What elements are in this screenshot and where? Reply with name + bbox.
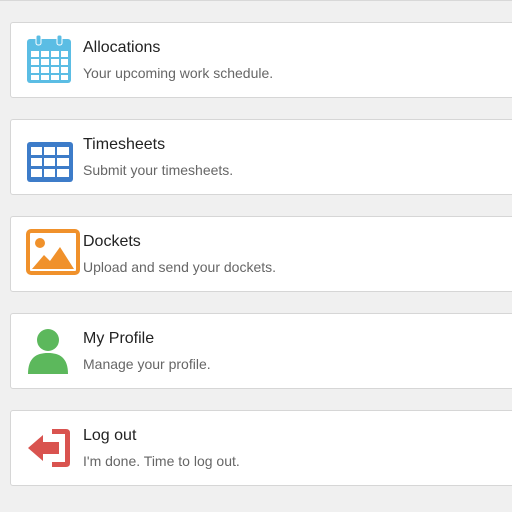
menu-item-title: My Profile bbox=[83, 330, 155, 347]
calendar-icon bbox=[26, 33, 74, 85]
table-icon bbox=[26, 130, 74, 182]
menu-item-title: Timesheets bbox=[83, 136, 166, 153]
menu-item-subtitle: Submit your timesheets. bbox=[83, 162, 234, 178]
top-divider bbox=[0, 0, 512, 1]
menu-item-timesheets[interactable]: Timesheets Submit your timesheets. bbox=[10, 119, 512, 195]
menu-item-subtitle: Manage your profile. bbox=[83, 356, 211, 372]
menu-item-subtitle: Your upcoming work schedule. bbox=[83, 65, 274, 81]
menu-item-allocations[interactable]: Allocations Your upcoming work schedule. bbox=[10, 22, 512, 98]
menu-item-subtitle: I'm done. Time to log out. bbox=[83, 453, 240, 469]
menu-item-my-profile[interactable]: My Profile Manage your profile. bbox=[10, 313, 512, 389]
user-icon bbox=[26, 324, 74, 376]
image-icon bbox=[26, 227, 80, 279]
app-screen: Allocations Your upcoming work schedule.… bbox=[0, 0, 512, 512]
menu-item-subtitle: Upload and send your dockets. bbox=[83, 259, 277, 275]
sign-out-icon bbox=[26, 421, 74, 473]
menu-item-log-out[interactable]: Log out I'm done. Time to log out. bbox=[10, 410, 512, 486]
menu-item-dockets[interactable]: Dockets Upload and send your dockets. bbox=[10, 216, 512, 292]
menu-item-title: Allocations bbox=[83, 39, 161, 56]
menu-item-title: Log out bbox=[83, 427, 137, 444]
menu-item-title: Dockets bbox=[83, 233, 141, 250]
